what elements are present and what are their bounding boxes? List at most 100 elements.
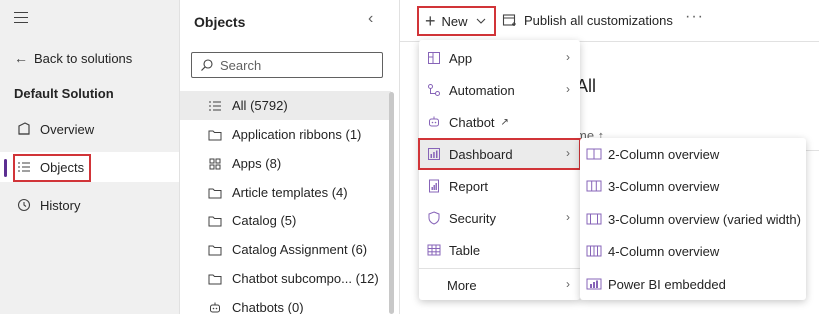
back-label: Back to solutions — [34, 50, 133, 66]
new-highlight-box — [417, 6, 496, 36]
object-row[interactable]: Catalog Assignment (6) — [180, 235, 391, 264]
submenu-item-2-column[interactable]: 2-Column overview — [580, 138, 806, 170]
menu-item-table[interactable]: Table — [419, 234, 580, 266]
submenu-item-power-bi[interactable]: Power BI embedded — [580, 268, 806, 300]
automation-icon — [427, 83, 441, 97]
object-label: Application ribbons — [232, 127, 342, 142]
four-column-icon — [586, 245, 602, 257]
more-options-icon[interactable]: ··· — [685, 8, 704, 26]
object-count: (4) — [331, 185, 348, 200]
menu-item-chatbot[interactable]: Chatbot ↗ — [419, 106, 580, 138]
submenu-item-label: 3-Column overview (varied width) — [608, 211, 801, 227]
object-label: Chatbot subcompo... — [232, 271, 352, 286]
overview-icon — [16, 121, 32, 137]
external-link-icon: ↗ — [500, 116, 509, 128]
two-column-icon — [586, 148, 602, 160]
object-row-all[interactable]: All (5792) — [180, 91, 391, 120]
object-count: (0) — [287, 300, 304, 314]
object-row[interactable]: Article templates (4) — [180, 178, 391, 207]
dashboard-submenu: 2-Column overview 3-Column overview 3-Co… — [580, 138, 806, 300]
object-row[interactable]: Chatbot subcompo... (12) — [180, 264, 391, 293]
submenu-item-label: 4-Column overview — [608, 243, 720, 259]
menu-item-automation[interactable]: Automation › — [419, 74, 580, 106]
publish-icon — [502, 12, 518, 28]
menu-item-label: Security — [449, 210, 496, 226]
table-icon — [427, 243, 441, 257]
object-row[interactable]: Apps (8) — [180, 149, 391, 178]
arrow-left-icon: ← — [14, 50, 28, 66]
dashboard-highlight-box — [418, 138, 581, 170]
nav-item-history[interactable]: History — [0, 190, 179, 220]
back-to-solutions-link[interactable]: ← Back to solutions — [14, 50, 132, 66]
submenu-item-label: 2-Column overview — [608, 146, 720, 162]
three-column-varied-icon — [586, 213, 602, 225]
object-count: (6) — [351, 242, 368, 257]
object-row[interactable]: Application ribbons (1) — [180, 120, 391, 149]
nav-item-label: History — [40, 197, 81, 213]
folder-icon — [208, 186, 222, 200]
selected-indicator — [4, 159, 7, 177]
chevron-right-icon: › — [566, 210, 570, 224]
list-icon — [208, 99, 222, 113]
object-count: (5792) — [250, 98, 288, 113]
object-label: Chatbots — [232, 300, 285, 314]
object-row[interactable]: Catalog (5) — [180, 206, 391, 235]
three-column-icon — [586, 180, 602, 192]
objects-highlight-box — [13, 154, 91, 182]
menu-item-label: App — [449, 50, 473, 66]
submenu-item-4-column[interactable]: 4-Column overview — [580, 235, 806, 267]
apps-icon — [208, 157, 222, 171]
hamburger-menu-icon[interactable] — [14, 12, 28, 26]
folder-icon — [208, 214, 222, 228]
menu-item-security[interactable]: Security › — [419, 202, 580, 234]
object-label: Catalog Assignment — [232, 242, 348, 257]
chevron-right-icon: › — [566, 277, 570, 291]
menu-item-app[interactable]: App › — [419, 42, 580, 74]
left-navigation: ← Back to solutions Default Solution Ove… — [0, 0, 180, 314]
app-icon — [427, 51, 441, 65]
objects-panel: Objects ‹ Search All (5792) Application … — [180, 0, 400, 314]
search-placeholder: Search — [220, 57, 262, 73]
chatbot-icon — [427, 115, 441, 129]
object-label: Catalog — [232, 213, 277, 228]
object-label: Article templates — [232, 185, 329, 200]
solution-title: Default Solution — [14, 86, 114, 101]
report-icon — [427, 179, 441, 193]
nav-item-overview[interactable]: Overview — [0, 114, 179, 144]
nav-item-label: Overview — [40, 121, 95, 137]
object-label: Apps — [232, 156, 262, 171]
object-count: (8) — [265, 156, 282, 171]
menu-item-label: Report — [449, 178, 489, 194]
shield-icon — [427, 211, 441, 225]
object-row[interactable]: Chatbots (0) — [180, 293, 391, 314]
folder-icon — [208, 128, 222, 142]
new-dropdown-menu: App › Automation › Chatbot ↗ Dashboard ›… — [419, 40, 580, 300]
object-count: (5) — [280, 213, 297, 228]
objects-scrollbar[interactable] — [389, 92, 394, 314]
chatbot-icon — [208, 301, 222, 314]
publish-all-button[interactable]: Publish all customizations — [502, 12, 673, 28]
menu-item-label: Chatbot — [449, 114, 495, 130]
publish-label: Publish all customizations — [524, 12, 673, 28]
history-icon — [16, 197, 32, 213]
chevron-right-icon: › — [566, 82, 570, 96]
chevron-right-icon: › — [566, 50, 570, 64]
objects-search-input[interactable]: Search — [191, 52, 383, 78]
menu-item-label: More — [447, 277, 477, 293]
submenu-item-3-column[interactable]: 3-Column overview — [580, 170, 806, 202]
submenu-item-3-column-varied[interactable]: 3-Column overview (varied width) — [580, 203, 806, 235]
menu-item-more[interactable]: More › — [419, 269, 580, 301]
folder-icon — [208, 272, 222, 286]
menu-item-label: Automation — [449, 82, 515, 98]
folder-icon — [208, 243, 222, 257]
power-bi-icon — [586, 278, 602, 290]
submenu-item-label: Power BI embedded — [608, 276, 726, 292]
objects-panel-title: Objects — [194, 14, 246, 30]
object-label: All — [232, 98, 247, 113]
chevron-left-icon[interactable]: ‹ — [368, 10, 373, 28]
submenu-item-label: 3-Column overview — [608, 178, 720, 194]
menu-item-report[interactable]: Report — [419, 170, 580, 202]
object-count: (12) — [355, 271, 379, 286]
search-icon — [200, 58, 214, 72]
menu-item-label: Table — [449, 242, 481, 258]
